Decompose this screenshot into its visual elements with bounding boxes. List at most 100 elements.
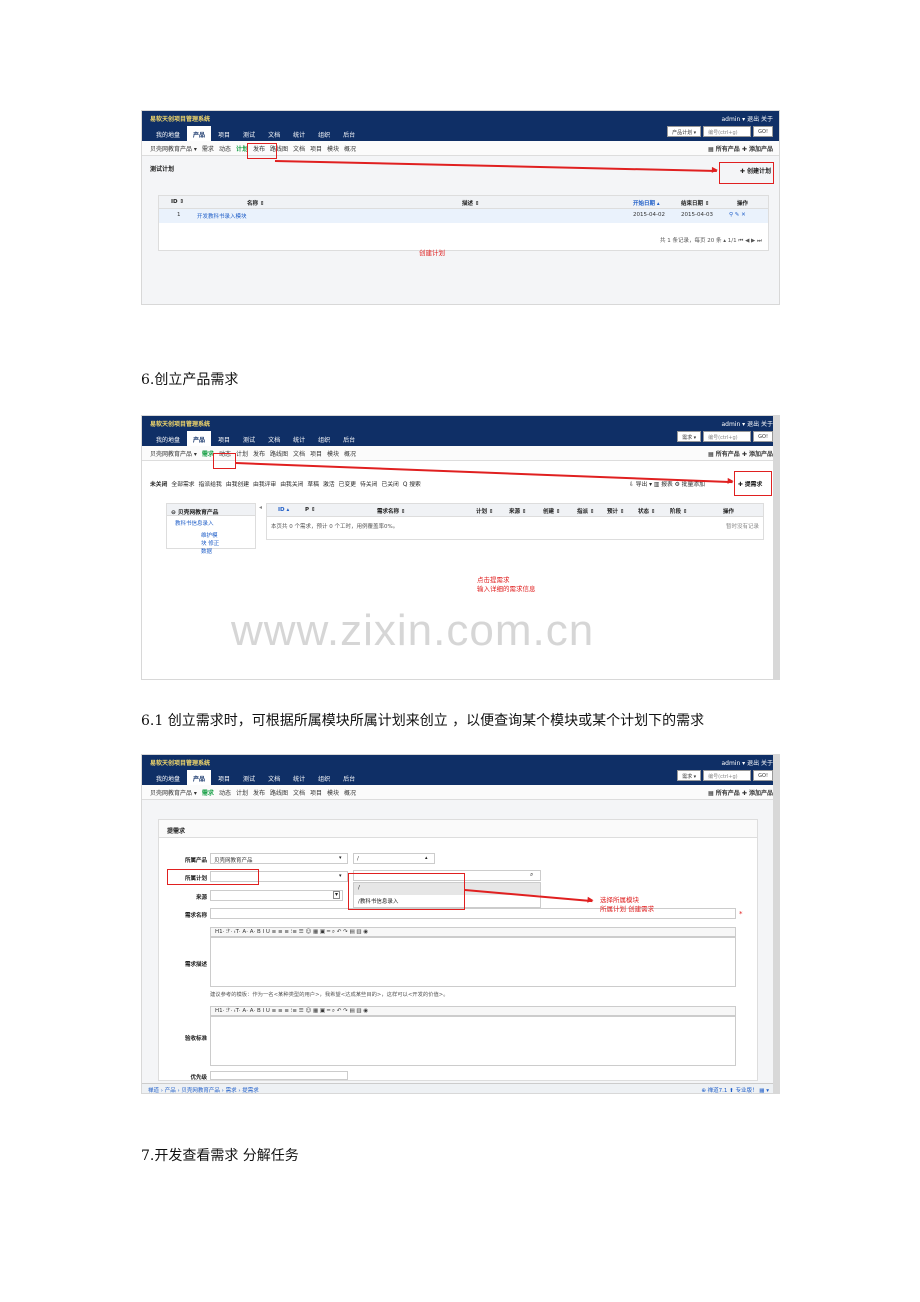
priority-select[interactable]: [210, 1071, 348, 1080]
nav-project[interactable]: 项目: [212, 770, 236, 785]
user-menu[interactable]: admin ▾ 退出 关于: [721, 758, 773, 767]
col-estimate[interactable]: 预计 ⇕: [607, 507, 625, 515]
subnav-roadmap[interactable]: 路线图: [270, 788, 288, 797]
subnav-project[interactable]: 项目: [310, 144, 322, 153]
nav-org[interactable]: 组织: [312, 770, 336, 785]
filter-toclose[interactable]: 待关闭: [360, 479, 377, 488]
nav-admin[interactable]: 后台: [337, 431, 361, 446]
nav-admin[interactable]: 后台: [337, 770, 361, 785]
filter-active[interactable]: 激活: [323, 479, 335, 488]
scrollbar[interactable]: [773, 416, 779, 679]
version-links[interactable]: ⊕ 禅道7.1 ⬆ 专业版！ ▦ ▾: [701, 1086, 769, 1093]
subnav-module[interactable]: 模块: [327, 788, 339, 797]
filter-created[interactable]: 由我创建: [226, 479, 249, 488]
filter-all[interactable]: 全部需求: [171, 479, 194, 488]
user-menu[interactable]: admin ▾ 退出 关于: [721, 419, 773, 428]
col-start[interactable]: 开始日期 ▴: [633, 199, 660, 207]
nav-test[interactable]: 测试: [237, 431, 261, 446]
nav-org[interactable]: 组织: [312, 431, 336, 446]
search-type-select[interactable]: 需求 ▾: [677, 770, 702, 781]
col-status[interactable]: 状态 ⇕: [638, 507, 656, 515]
nav-doc[interactable]: 文档: [262, 431, 286, 446]
nav-stats[interactable]: 统计: [287, 126, 311, 141]
nav-project[interactable]: 项目: [212, 126, 236, 141]
filter-reviewed[interactable]: 由我评审: [253, 479, 276, 488]
description-editor-toolbar[interactable]: H1· ℱ· ₜT· A· A· B I U ≡ ≡ ≡ ⁝≡ ☰ ☺ ▦ ▣ …: [210, 927, 736, 937]
subnav-project[interactable]: 项目: [310, 788, 322, 797]
go-button[interactable]: GO!: [753, 431, 773, 442]
search-type-select[interactable]: 需求 ▾: [677, 431, 702, 442]
subnav-plan[interactable]: 计划: [236, 449, 248, 458]
col-id[interactable]: ID ▴: [278, 507, 289, 513]
collapse-icon[interactable]: ◂: [259, 504, 262, 511]
nav-test[interactable]: 测试: [237, 770, 261, 785]
subnav-doc[interactable]: 文档: [293, 788, 305, 797]
product-switcher[interactable]: 贝壳网教育产品 ▾: [150, 788, 197, 797]
product-switcher[interactable]: 贝壳网教育产品 ▾: [150, 144, 197, 153]
story-title-input[interactable]: [210, 908, 736, 919]
filter-draft[interactable]: 草稿: [307, 479, 319, 488]
go-button[interactable]: GO!: [753, 770, 773, 781]
pager[interactable]: 共 1 条记录，每页 20 条 ▴ 1/1 ⏮ ◀ ▶ ⏭: [660, 236, 762, 245]
product-switcher[interactable]: 贝壳网教育产品 ▾: [150, 449, 197, 458]
nav-org[interactable]: 组织: [312, 126, 336, 141]
subnav-overview[interactable]: 概况: [344, 788, 356, 797]
search-input[interactable]: 编号(ctrl+g): [703, 126, 752, 137]
subnav-dynamic[interactable]: 动态: [219, 144, 231, 153]
product-links[interactable]: ▦ 所有产品 ✚ 添加产品: [708, 788, 773, 797]
nav-product[interactable]: 产品: [187, 770, 212, 785]
description-editor[interactable]: [210, 937, 736, 987]
nav-doc[interactable]: 文档: [262, 770, 286, 785]
filter-assigned[interactable]: 指派给我: [199, 479, 222, 488]
nav-my[interactable]: 我的地盘: [150, 431, 186, 446]
nav-stats[interactable]: 统计: [287, 431, 311, 446]
nav-test[interactable]: 测试: [237, 126, 261, 141]
go-button[interactable]: GO!: [753, 126, 773, 137]
col-end[interactable]: 结束日期 ⇕: [681, 199, 710, 207]
subnav-module[interactable]: 模块: [327, 449, 339, 458]
search-link[interactable]: Q 搜索: [403, 479, 421, 488]
col-id[interactable]: ID ⇕: [171, 199, 184, 205]
filter-changed[interactable]: 已变更: [339, 479, 356, 488]
tree-links[interactable]: 维护模块 修正数据: [167, 530, 255, 556]
nav-doc[interactable]: 文档: [262, 126, 286, 141]
col-assigned[interactable]: 指派 ⇕: [577, 507, 595, 515]
search-input[interactable]: 编号(ctrl+g): [703, 431, 752, 442]
nav-admin[interactable]: 后台: [337, 126, 361, 141]
scrollbar[interactable]: [773, 755, 779, 1093]
subnav-release[interactable]: 发布: [253, 449, 265, 458]
col-plan[interactable]: 计划 ⇕: [476, 507, 494, 515]
acceptance-editor-toolbar[interactable]: H1· ℱ· ₜT· A· A· B I U ≡ ≡ ≡ ⁝≡ ☰ ☺ ▦ ▣ …: [210, 1006, 736, 1016]
col-pri[interactable]: P ⇕: [305, 507, 316, 513]
product-select[interactable]: 贝壳网教育产品: [210, 853, 348, 864]
tree-item[interactable]: 教科书信息录入: [167, 516, 255, 530]
nav-my[interactable]: 我的地盘: [150, 126, 186, 141]
col-stage[interactable]: 阶段 ⇕: [670, 507, 688, 515]
subnav-doc[interactable]: 文档: [293, 449, 305, 458]
subnav-overview[interactable]: 概况: [344, 144, 356, 153]
nav-stats[interactable]: 统计: [287, 770, 311, 785]
acceptance-editor[interactable]: [210, 1016, 736, 1066]
cell-name[interactable]: 开发教科书录入模块: [197, 212, 247, 220]
subnav-module[interactable]: 模块: [327, 144, 339, 153]
subnav-dynamic[interactable]: 动态: [219, 788, 231, 797]
col-desc[interactable]: 描述 ⇕: [462, 199, 480, 207]
row-action-icons[interactable]: ⚲ ✎ ✕: [729, 212, 746, 218]
subnav-plan[interactable]: 计划: [236, 788, 248, 797]
module-select[interactable]: /: [353, 853, 435, 864]
filter-unclosed[interactable]: 未关闭: [150, 479, 167, 488]
user-menu[interactable]: admin ▾ 退出 关于: [721, 114, 773, 123]
subnav-story[interactable]: 需求: [202, 144, 214, 153]
filter-closed[interactable]: 已关闭: [381, 479, 398, 488]
nav-product[interactable]: 产品: [187, 126, 212, 141]
nav-product[interactable]: 产品: [187, 431, 212, 446]
filter-closedby[interactable]: 由我关闭: [280, 479, 303, 488]
subnav-roadmap[interactable]: 路线图: [270, 449, 288, 458]
source-select[interactable]: [210, 890, 343, 901]
col-source[interactable]: 来源 ⇕: [509, 507, 527, 515]
col-created[interactable]: 创建 ⇕: [543, 507, 561, 515]
col-title[interactable]: 需求名称 ⇕: [377, 507, 406, 515]
subnav-release[interactable]: 发布: [253, 788, 265, 797]
product-links[interactable]: ▦ 所有产品 ✚ 添加产品: [708, 144, 773, 153]
product-links[interactable]: ▦ 所有产品 ✚ 添加产品: [708, 449, 773, 458]
